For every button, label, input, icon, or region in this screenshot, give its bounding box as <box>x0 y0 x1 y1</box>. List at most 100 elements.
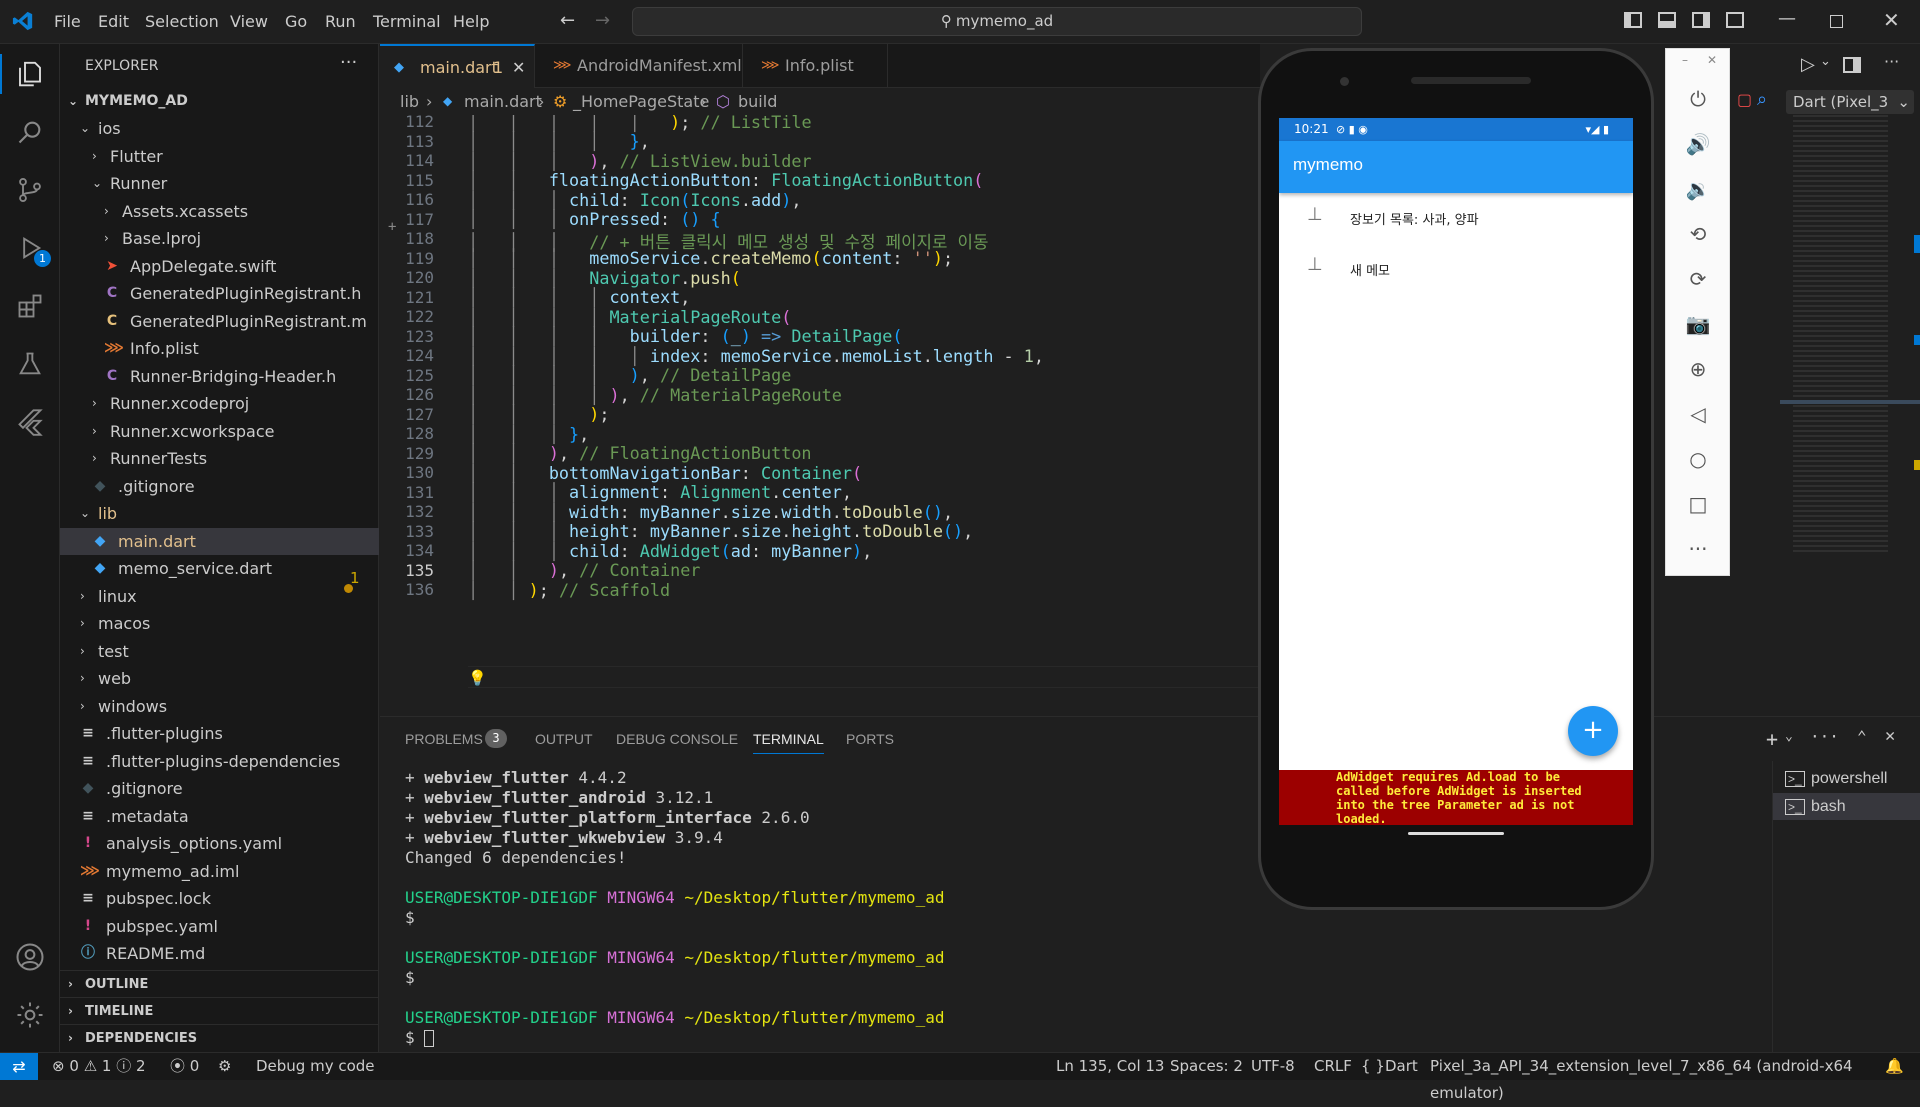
tree-file[interactable]: ⓘ README.md <box>60 940 379 967</box>
tree-folder[interactable]: › RunnerTests <box>60 445 379 472</box>
add-memo-fab[interactable]: + <box>1568 706 1618 756</box>
code-editor[interactable]: 112 113 114 115 116 117 118 119 120 121 122 123 124 1… <box>380 115 1260 715</box>
maximize-window-icon[interactable] <box>1830 15 1843 28</box>
extensions-icon[interactable] <box>12 288 48 324</box>
encoding[interactable]: UTF-8 <box>1251 1053 1295 1080</box>
indentation[interactable]: Spaces: 2 <box>1170 1053 1243 1080</box>
cursor-position[interactable]: Ln 135, Col 13 <box>1056 1053 1164 1080</box>
problems-status[interactable]: ⊗ 0 ⚠ 1 ⓘ 2 <box>52 1053 146 1080</box>
tab-main-dart[interactable]: ◆ main.dart 1 ✕ <box>380 44 535 88</box>
run-icon[interactable]: ▷ <box>1801 54 1815 75</box>
tree-folder[interactable]: ⌄ lib <box>60 500 379 527</box>
tree-file[interactable]: C GeneratedPluginRegistrant.m <box>60 308 379 335</box>
tree-file[interactable]: ◆ main.dart <box>60 527 379 555</box>
explorer-icon[interactable] <box>12 56 48 92</box>
end-of-line[interactable]: CRLF <box>1314 1053 1352 1080</box>
terminal-input-line[interactable]: $ <box>405 1028 435 1047</box>
menu-selection[interactable]: Selection <box>145 12 219 31</box>
rotate-right-icon[interactable]: ⟳ <box>1682 263 1714 295</box>
menu-go[interactable]: Go <box>285 12 307 31</box>
tree-folder[interactable]: ⌄ ios <box>60 115 379 142</box>
tree-file[interactable]: ! pubspec.yaml <box>60 913 379 940</box>
breadcrumb-class[interactable]: _HomePageState <box>573 88 709 115</box>
maximize-panel-icon[interactable]: ⌃ <box>1857 727 1867 746</box>
timeline-section[interactable]: › TIMELINE <box>60 997 379 1024</box>
more-options-icon[interactable]: ··· <box>1682 533 1714 565</box>
device-select[interactable]: Dart (Pixel_3 ⌄ <box>1786 90 1914 114</box>
tree-file[interactable]: C GeneratedPluginRegistrant.h <box>60 280 379 307</box>
home-gesture-bar[interactable] <box>1408 832 1504 835</box>
search-view-icon[interactable] <box>12 114 48 150</box>
split-editor-icon[interactable] <box>1843 57 1861 73</box>
tree-folder[interactable]: › Assets.xcassets <box>60 198 379 225</box>
run-debug-icon[interactable]: 1 <box>12 230 51 267</box>
stop-icon[interactable]: ▢ <box>1737 90 1752 109</box>
tab-info-plist[interactable]: ⋙ Info.plist <box>743 44 888 88</box>
toggle-panel-icon[interactable] <box>1658 12 1676 28</box>
back-icon[interactable]: ◁ <box>1682 398 1714 430</box>
command-center-search[interactable]: ⚲ mymemo_ad <box>632 7 1362 36</box>
pin-icon[interactable]: ⊥ <box>1307 254 1323 275</box>
new-terminal-icon[interactable]: + <box>1766 727 1778 751</box>
language-braces-icon[interactable]: { } <box>1361 1053 1385 1080</box>
language-mode[interactable]: Dart <box>1385 1053 1418 1080</box>
tree-folder[interactable]: › Runner.xcworkspace <box>60 418 379 445</box>
minimize-emulator-icon[interactable]: – <box>1682 53 1688 67</box>
tree-file[interactable]: ≡ .flutter-plugins-dependencies <box>60 748 379 775</box>
tree-file[interactable]: ! analysis_options.yaml <box>60 830 379 857</box>
tab-debug-console[interactable]: DEBUG CONSOLE <box>616 731 738 747</box>
lightbulb-icon[interactable]: 💡 <box>468 669 487 687</box>
menu-help[interactable]: Help <box>453 12 489 31</box>
terminal-item-powershell[interactable]: >_ powershell <box>1773 765 1920 792</box>
tab-android-manifest[interactable]: ⋙ AndroidManifest.xml <box>535 44 743 88</box>
flutter-icon[interactable] <box>12 404 48 440</box>
menu-file[interactable]: File <box>54 12 81 31</box>
dependencies-section[interactable]: › DEPENDENCIES <box>60 1024 379 1051</box>
memo-list-item[interactable]: ⊥ 장보기 목록: 사과, 양파 <box>1279 196 1633 246</box>
breadcrumb-method[interactable]: build <box>738 88 777 115</box>
menu-view[interactable]: View <box>230 12 268 31</box>
menu-terminal[interactable]: Terminal <box>373 12 441 31</box>
close-panel-icon[interactable]: ✕ <box>1885 726 1895 746</box>
tree-file[interactable]: ◆ .gitignore <box>60 775 379 802</box>
tree-folder[interactable]: › Base.lproj <box>60 225 379 252</box>
pin-icon[interactable]: ⊥ <box>1307 204 1323 225</box>
tree-file[interactable]: ➤ AppDelegate.swift <box>60 253 379 280</box>
power-icon[interactable]: ⏻ <box>1682 83 1714 115</box>
tab-terminal[interactable]: TERMINAL <box>753 731 824 754</box>
tree-file[interactable]: ≡ pubspec.lock <box>60 885 379 912</box>
more-actions-icon[interactable]: ··· <box>1810 727 1839 746</box>
ports-status[interactable]: ⦿ 0 <box>170 1053 199 1080</box>
tree-folder[interactable]: › web <box>60 665 379 692</box>
tree-folder[interactable]: › linux <box>60 583 379 610</box>
breadcrumb-file[interactable]: main.dart <box>464 88 542 115</box>
volume-up-icon[interactable]: 🔊 <box>1682 128 1714 160</box>
inspect-icon[interactable]: ⌕ <box>1757 89 1767 110</box>
debug-status[interactable]: Debug my code <box>256 1053 375 1080</box>
chevron-down-icon[interactable]: ⌄ <box>1785 729 1793 744</box>
minimize-window-icon[interactable]: — <box>1778 8 1796 29</box>
tree-folder[interactable]: ⌄ Runner <box>60 170 379 197</box>
menu-run[interactable]: Run <box>325 12 356 31</box>
forward-arrow-icon[interactable]: → <box>595 10 610 31</box>
minimap[interactable] <box>1780 115 1920 715</box>
memo-list-item[interactable]: ⊥ 새 메모 <box>1279 246 1633 296</box>
debug-status-icon[interactable]: ⚙ <box>218 1053 231 1080</box>
tree-file[interactable]: ◆ memo_service.dart <box>60 555 379 582</box>
settings-gear-icon[interactable] <box>12 997 48 1033</box>
toggle-secondary-sidebar-icon[interactable] <box>1692 12 1710 28</box>
tree-file[interactable]: ≡ .metadata <box>60 803 379 830</box>
home-icon[interactable]: ○ <box>1682 443 1714 475</box>
screenshot-camera-icon[interactable]: 📷 <box>1682 308 1714 340</box>
accounts-icon[interactable] <box>12 939 48 975</box>
phone-screen[interactable]: 10:21 ⊘ ▮ ◉ ▾◢ ▮ mymemo ⊥ 장보기 목록: 사과, 양파… <box>1279 118 1633 825</box>
close-tab-icon[interactable]: ✕ <box>512 46 525 90</box>
tree-folder[interactable]: › test <box>60 638 379 665</box>
toggle-sidebar-icon[interactable] <box>1624 12 1642 28</box>
close-window-icon[interactable]: ✕ <box>1883 8 1900 32</box>
tab-problems[interactable]: PROBLEMS <box>405 731 483 747</box>
notifications-bell-icon[interactable]: 🔔 <box>1885 1053 1904 1080</box>
rotate-left-icon[interactable]: ⟲ <box>1682 218 1714 250</box>
menu-edit[interactable]: Edit <box>98 12 129 31</box>
tree-folder[interactable]: › macos <box>60 610 379 637</box>
